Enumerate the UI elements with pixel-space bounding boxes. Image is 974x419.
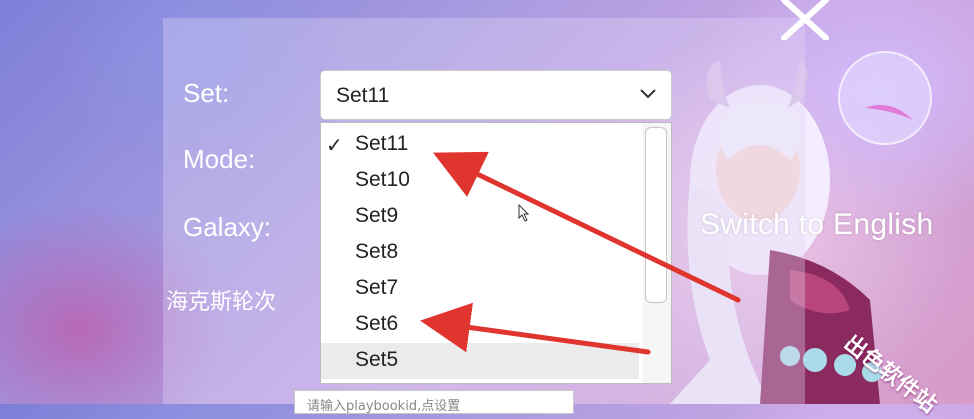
set-option[interactable]: Set6 — [321, 307, 639, 343]
set-option-label: Set7 — [355, 276, 399, 299]
check-icon: ✓ — [326, 135, 343, 157]
switch-language-button[interactable]: Switch to English — [700, 208, 934, 242]
set-option[interactable]: Set10 — [321, 163, 639, 199]
dropdown-scrollbar[interactable] — [643, 123, 671, 383]
set-select[interactable]: Set11 — [320, 70, 672, 120]
set-label: Set: — [183, 78, 230, 108]
set-option-label: Set6 — [355, 312, 399, 335]
set-option-label: Set11 — [355, 132, 409, 155]
mode-label: Mode: — [183, 144, 256, 174]
set-option-label: Set9 — [355, 204, 399, 227]
set-option[interactable]: ✓ Set11 — [321, 127, 639, 163]
chevron-down-icon — [640, 89, 656, 99]
mouse-cursor-icon — [518, 204, 530, 222]
set-option[interactable]: Set9 — [321, 199, 639, 235]
set-option[interactable]: Set8 — [321, 235, 639, 271]
close-icon[interactable] — [778, 0, 832, 40]
set-dropdown-list: ✓ Set11 Set10 Set9 Set8 Set7 Set6 Set5 — [320, 122, 672, 384]
set-option[interactable]: Set7 — [321, 271, 639, 307]
playbook-id-input[interactable]: 请输入playbookid,点设置 — [294, 390, 574, 414]
orb-decoration — [838, 51, 932, 145]
galaxy-label: Galaxy: — [183, 212, 272, 242]
scrollbar-thumb[interactable] — [645, 127, 667, 303]
set-option-label: Set10 — [355, 168, 410, 191]
set-option-label: Set5 — [355, 348, 399, 371]
set-option[interactable]: Set5 — [321, 343, 639, 379]
set-select-value: Set11 — [336, 84, 390, 107]
set-option-label: Set8 — [355, 240, 399, 263]
hextech-round-label: 海克斯轮次 — [166, 290, 277, 315]
